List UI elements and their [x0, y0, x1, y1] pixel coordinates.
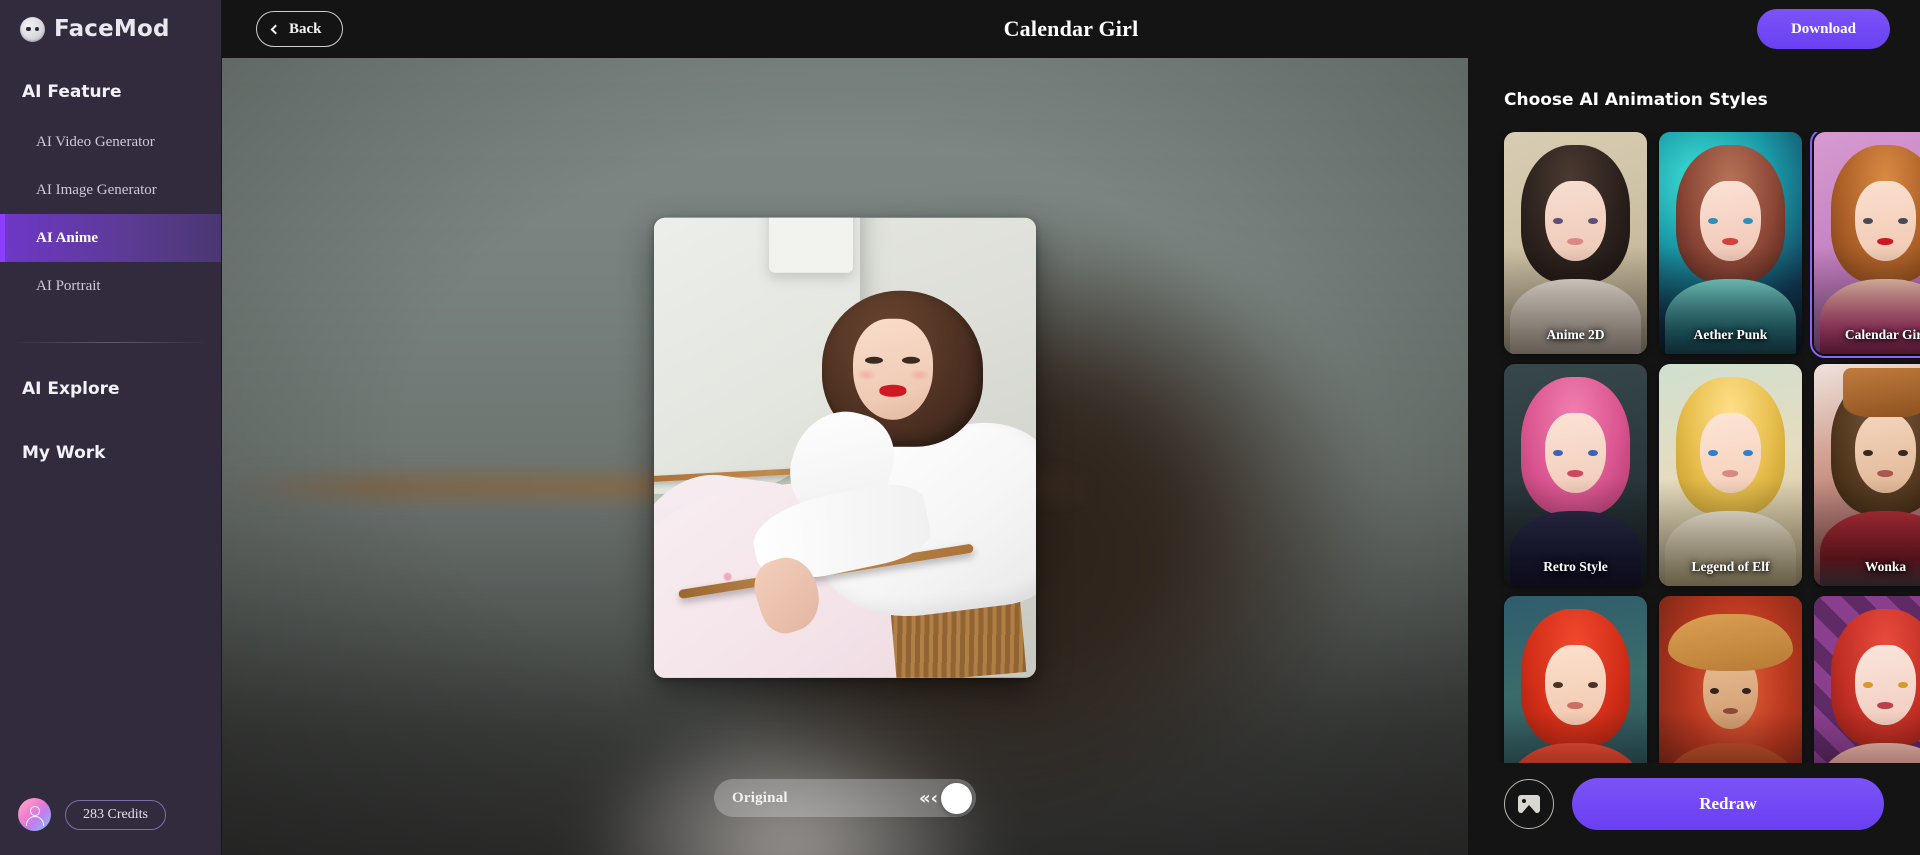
chevron-left-icon [270, 24, 281, 34]
thumb-top-hat-icon [1842, 368, 1920, 418]
brand-name: FaceMod [54, 16, 170, 42]
sidebar-footer: 283 Credits [0, 798, 221, 855]
sidebar-item-ai-image-generator[interactable]: AI Image Generator [0, 166, 221, 214]
thumb-eye-left [1708, 449, 1718, 456]
preview-blush-right [908, 369, 930, 382]
sidebar-divider [18, 342, 203, 343]
thumb-eye-right [1898, 217, 1908, 224]
brand-logo[interactable]: FaceMod [0, 0, 221, 58]
style-card-wonka[interactable]: Wonka [1814, 364, 1920, 586]
style-card-label: Calendar Girl [1844, 327, 1920, 342]
preview-subject-face [852, 318, 933, 420]
back-button[interactable]: Back [256, 11, 343, 47]
thumb-eye-right [1898, 681, 1908, 688]
thumb-eye-right [1743, 449, 1753, 456]
thumb-eye-left [1863, 449, 1873, 456]
styles-panel-footer: Redraw [1468, 763, 1920, 855]
thumb-mouth [1877, 470, 1894, 477]
upload-image-button[interactable] [1504, 779, 1554, 829]
style-card-aether-punk[interactable]: Aether Punk [1659, 132, 1802, 354]
sidebar-item-ai-video-generator[interactable]: AI Video Generator [0, 118, 221, 166]
preview-image-card[interactable] [654, 217, 1036, 678]
thumb-eye-right [1588, 217, 1598, 224]
slider-handle[interactable] [941, 782, 972, 814]
preview-lips [879, 385, 907, 397]
sidebar-section-ai-explore[interactable]: AI Explore [0, 379, 221, 399]
sidebar-section-ai-feature: AI Feature [22, 82, 122, 102]
sidebar-item-label: AI Video Generator [36, 133, 155, 150]
thumb-mouth [1567, 238, 1584, 245]
image-icon [1518, 795, 1540, 813]
thumb-eye-right [1743, 217, 1753, 224]
thumb-mouth [1567, 702, 1584, 709]
download-button[interactable]: Download [1756, 9, 1890, 49]
sidebar: FaceMod AI Feature AI Video Generator AI… [0, 0, 222, 855]
preview-eye-left [865, 356, 884, 365]
styles-grid: Anime 2D Aether Punk Calendar Girl Retro… [1468, 132, 1920, 763]
preview-canvas[interactable]: Original «‹ [222, 58, 1468, 855]
thumb-cowboy-hat-icon [1667, 613, 1794, 672]
style-card-label: Legend of Elf [1691, 559, 1770, 574]
sidebar-item-label: AI Anime [36, 229, 99, 246]
sidebar-section-my-work[interactable]: My Work [0, 443, 221, 463]
style-card-label: Anime 2D [1546, 327, 1605, 342]
thumb-mouth [1877, 702, 1894, 709]
thumb-mouth [1567, 470, 1584, 477]
style-card-row3-1[interactable] [1504, 596, 1647, 763]
main-column: Back Calendar Girl Download Original «‹ … [222, 0, 1920, 855]
thumb-mouth [1722, 470, 1739, 477]
thumb-eye-right [1588, 681, 1598, 688]
thumb-mouth [1877, 238, 1894, 245]
sidebar-feature-list: AI Video Generator AI Image Generator AI… [0, 118, 221, 310]
sidebar-item-ai-anime[interactable]: AI Anime [0, 214, 221, 262]
styles-panel-heading: Choose AI Animation Styles [1504, 90, 1768, 110]
thumb-eye-left [1553, 681, 1563, 688]
sidebar-item-label: AI Portrait [36, 277, 101, 294]
thumb-eye-left [1708, 217, 1718, 224]
preview-blush-left [855, 369, 877, 382]
face-logo-icon [20, 16, 45, 42]
style-card-label: Aether Punk [1693, 327, 1768, 342]
thumb-gradient-overlay [1814, 711, 1920, 763]
style-card-retro-style[interactable]: Retro Style [1504, 364, 1647, 586]
style-card-label: Retro Style [1543, 559, 1608, 574]
thumb-eye-left [1710, 688, 1720, 695]
before-after-slider[interactable]: Original «‹ [714, 779, 976, 817]
redraw-button[interactable]: Redraw [1572, 778, 1884, 830]
thumb-eye-left [1863, 681, 1873, 688]
styles-panel: Choose AI Animation Styles Anime 2D Aeth… [1468, 58, 1920, 855]
credits-badge[interactable]: 283 Credits [65, 799, 166, 830]
style-card-legend-of-elf[interactable]: Legend of Elf [1659, 364, 1802, 586]
chevron-double-left-icon: «‹ [918, 787, 938, 809]
style-card-row3-3[interactable] [1814, 596, 1920, 763]
thumb-eye-right [1588, 449, 1598, 456]
style-card-row3-2[interactable] [1659, 596, 1802, 763]
thumb-mouth [1722, 238, 1739, 245]
thumb-gradient-overlay [1659, 711, 1802, 763]
thumb-eye-right [1741, 688, 1751, 695]
app-root: FaceMod AI Feature AI Video Generator AI… [0, 0, 1920, 855]
preview-image [654, 217, 1036, 678]
style-card-anime-2d[interactable]: Anime 2D [1504, 132, 1647, 354]
style-card-label: Wonka [1864, 559, 1907, 574]
thumb-eye-left [1863, 217, 1873, 224]
style-card-calendar-girl[interactable]: Calendar Girl [1810, 132, 1920, 358]
page-title: Calendar Girl [1003, 16, 1139, 41]
thumb-eye-left [1553, 449, 1563, 456]
workspace: Original «‹ Choose AI Animation Styles A… [222, 58, 1920, 855]
thumb-eye-left [1553, 217, 1563, 224]
credits-label: 283 Credits [83, 806, 148, 822]
thumb-gradient-overlay [1504, 711, 1647, 763]
sidebar-item-ai-portrait[interactable]: AI Portrait [0, 262, 221, 310]
sidebar-item-label: AI Image Generator [36, 181, 157, 198]
slider-label: Original [732, 789, 788, 806]
preview-eye-right [902, 356, 921, 365]
back-button-label: Back [289, 20, 322, 37]
avatar[interactable] [18, 798, 51, 831]
preview-window-top [768, 217, 853, 273]
thumb-eye-right [1898, 449, 1908, 456]
topbar: Back Calendar Girl Download [222, 0, 1920, 58]
